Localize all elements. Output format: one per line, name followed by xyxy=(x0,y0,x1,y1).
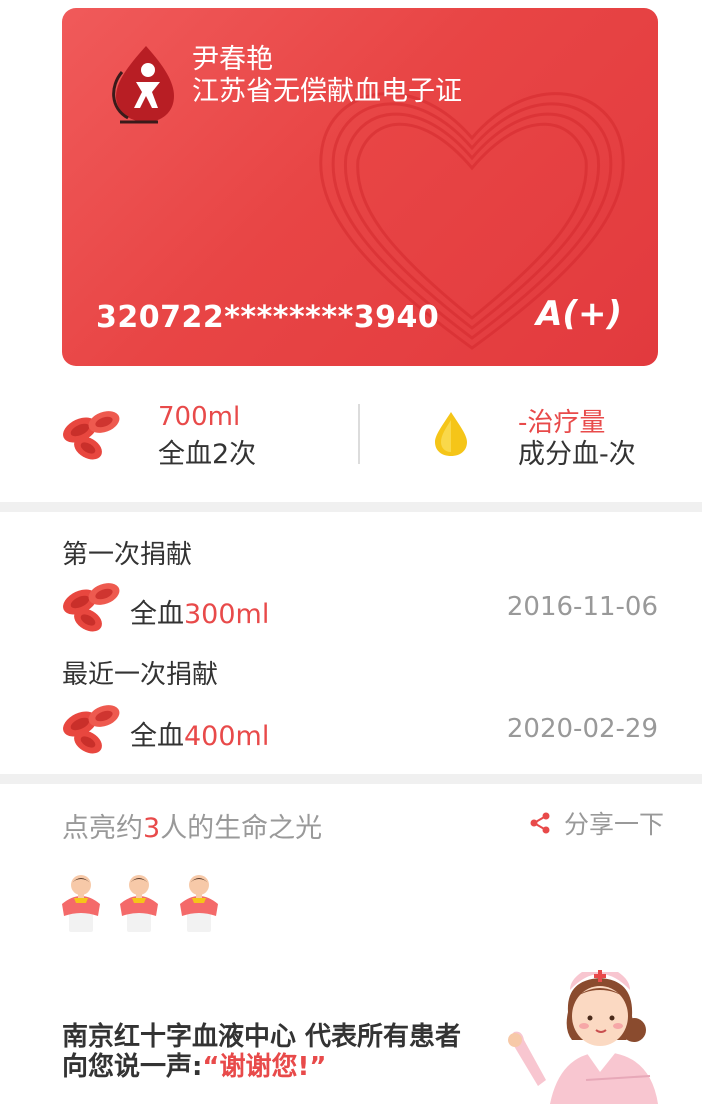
first-donation-date: 2016-11-06 xyxy=(506,592,658,622)
component-count: 成分血-次 xyxy=(518,439,636,470)
lives-text-before: 点亮约 xyxy=(62,813,143,844)
blood-type: A(+) xyxy=(536,294,622,334)
stats-divider xyxy=(358,404,360,464)
donation-card: 尹春艳 江苏省无偿献血电子证 320722********3940 A(+) xyxy=(62,8,658,366)
blood-drop-person-logo-icon xyxy=(112,46,174,124)
first-donation-type: 全血 xyxy=(130,599,184,630)
first-donation-volume: 300ml xyxy=(184,599,270,630)
thanks-line-2: 向您说一声:“谢谢您!” xyxy=(62,1052,461,1082)
red-blood-cells-icon xyxy=(60,408,122,462)
yellow-drop-icon xyxy=(435,412,467,456)
section-divider xyxy=(0,502,702,512)
latest-donation-type: 全血 xyxy=(130,721,184,752)
share-icon xyxy=(530,812,550,834)
saved-person-icon xyxy=(62,875,100,932)
lives-count: 3 xyxy=(143,813,161,844)
latest-donation-heading: 最近一次捐献 xyxy=(62,660,219,690)
latest-donation-date: 2020-02-29 xyxy=(506,714,658,744)
lives-lit-text: 点亮约3人的生命之光 xyxy=(62,806,322,845)
thanks-line-2-prefix: 向您说一声: xyxy=(62,1052,203,1082)
section-divider xyxy=(0,774,702,784)
id-number: 320722********3940 xyxy=(96,300,440,335)
red-blood-cells-icon xyxy=(60,580,122,634)
thanks-message: 南京红十字血液中心 代表所有患者 向您说一声:“谢谢您!” xyxy=(62,1022,461,1082)
donation-stats: 700ml 全血2次 -治疗量 成分血-次 xyxy=(0,396,702,476)
latest-donation-volume: 400ml xyxy=(184,721,270,752)
thanks-quote: “谢谢您!” xyxy=(202,1052,327,1082)
share-label: 分享一下 xyxy=(564,810,665,839)
first-donation-heading: 第一次捐献 xyxy=(62,540,193,570)
first-donation-amount: 全血300ml xyxy=(130,592,269,631)
saved-person-icon xyxy=(120,875,158,932)
saved-person-icon xyxy=(180,875,218,932)
whole-blood-volume: 700ml xyxy=(158,402,241,432)
latest-donation-amount: 全血400ml xyxy=(130,714,269,753)
lives-text-after: 人的生命之光 xyxy=(160,813,323,844)
donor-name: 尹春艳 xyxy=(192,44,273,75)
card-title: 江苏省无偿献血电子证 xyxy=(192,76,462,107)
thanks-line-1: 南京红十字血液中心 代表所有患者 xyxy=(62,1022,462,1052)
whole-blood-count: 全血2次 xyxy=(158,439,257,470)
share-button[interactable]: 分享一下 xyxy=(528,806,664,840)
red-blood-cells-icon xyxy=(60,702,122,756)
nurse-illustration-icon xyxy=(508,970,658,1104)
